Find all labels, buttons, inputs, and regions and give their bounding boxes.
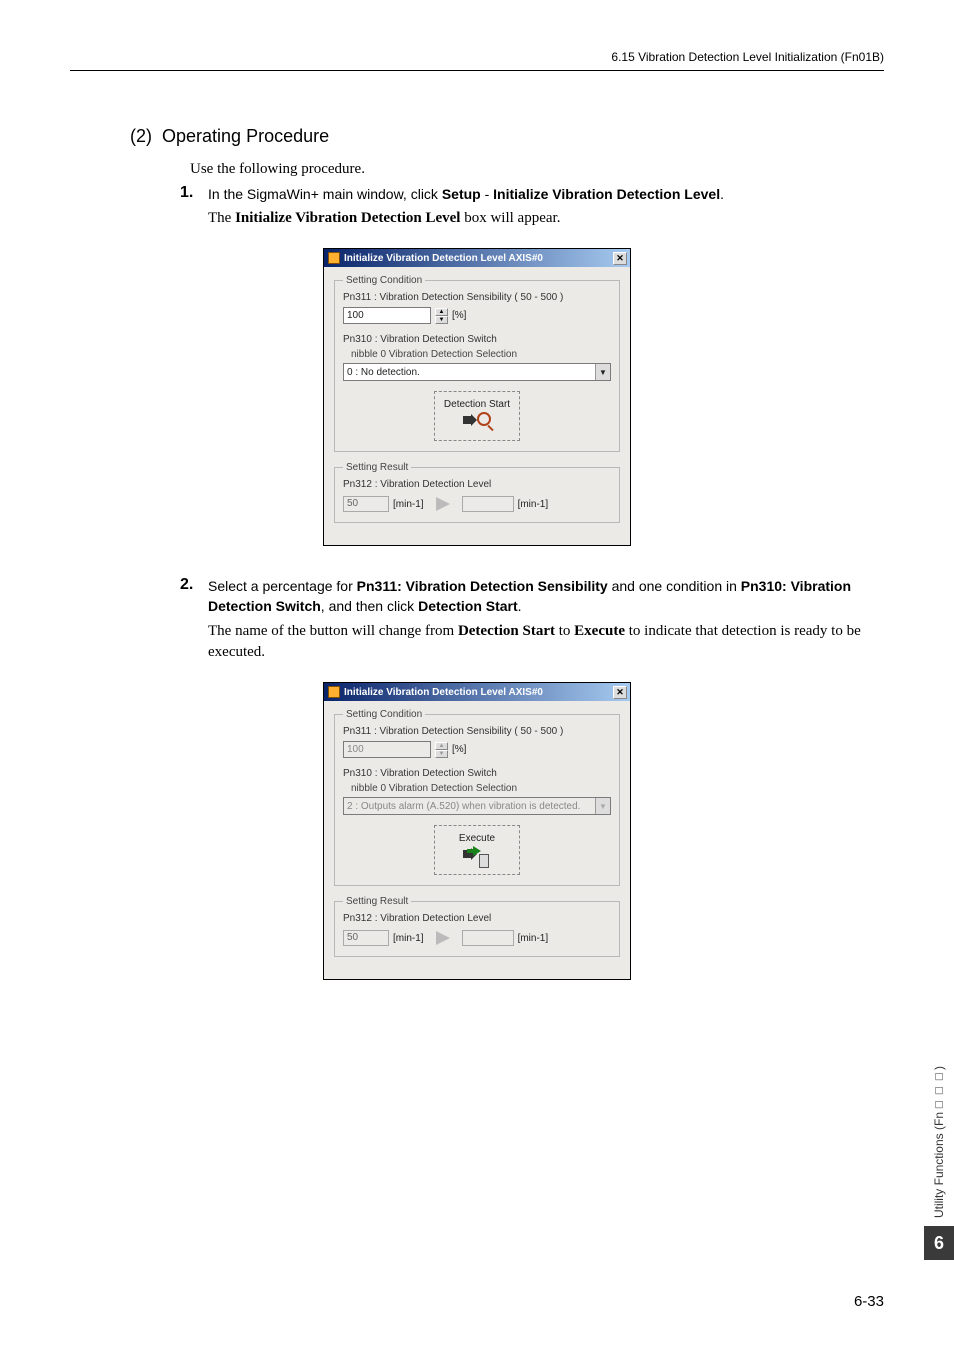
intro-text: Use the following procedure.	[190, 161, 884, 178]
dialog-titlebar: Initialize Vibration Detection Level AXI…	[324, 249, 630, 267]
dialog-detection-start: Initialize Vibration Detection Level AXI…	[323, 248, 631, 546]
section-number: (2)	[130, 126, 152, 146]
chapter-number: 6	[924, 1226, 954, 1260]
chevron-down-icon[interactable]: ▼	[595, 364, 610, 380]
section-title-text: Operating Procedure	[162, 126, 329, 146]
chevron-down-icon: ▼	[595, 798, 610, 814]
app-icon	[328, 252, 340, 264]
close-icon[interactable]: ✕	[613, 252, 627, 265]
page-number: 6-33	[854, 1293, 884, 1310]
setting-result-group: Setting Result Pn312 : Vibration Detecti…	[334, 896, 620, 957]
spin-down-icon: ▼	[435, 750, 448, 758]
group-legend: Setting Result	[343, 462, 411, 473]
spin-up-icon[interactable]: ▲	[435, 308, 448, 316]
detection-start-button[interactable]: Detection Start	[434, 391, 520, 441]
pn310-nibble-label: nibble 0 Vibration Detection Selection	[351, 783, 611, 794]
step-1: 1. In the SigmaWin+ main window, click S…	[180, 184, 864, 230]
combo-value: 0 : No detection.	[347, 367, 420, 378]
step2-line1: Select a percentage for Pn311: Vibration…	[208, 576, 864, 617]
close-icon[interactable]: ✕	[613, 686, 627, 699]
arrow-right-icon	[436, 497, 450, 511]
step2-line2: The name of the button will change from …	[208, 621, 864, 665]
dialog-execute: Initialize Vibration Detection Level AXI…	[323, 682, 631, 980]
execute-icon	[463, 846, 491, 868]
combo-value: 2 : Outputs alarm (A.520) when vibration…	[347, 801, 580, 812]
section-heading: (2) Operating Procedure	[130, 126, 884, 147]
chapter-label: Utility Functions (Fn□□□)	[932, 1066, 946, 1218]
step1-line2: The Initialize Vibration Detection Level…	[208, 208, 864, 230]
pn310-combo[interactable]: 0 : No detection. ▼	[343, 363, 611, 381]
group-legend: Setting Result	[343, 896, 411, 907]
chapter-tab: Utility Functions (Fn□□□) 6	[924, 1066, 954, 1260]
pn310-combo: 2 : Outputs alarm (A.520) when vibration…	[343, 797, 611, 815]
step-2: 2. Select a percentage for Pn311: Vibrat…	[180, 576, 864, 664]
pn312-result-box	[462, 496, 514, 512]
pn311-label: Pn311 : Vibration Detection Sensibility …	[343, 726, 611, 737]
pn310-label: Pn310 : Vibration Detection Switch	[343, 768, 611, 779]
pn312-unit-left: [min-1]	[393, 933, 424, 944]
button-label: Execute	[459, 833, 495, 844]
setting-condition-group: Setting Condition Pn311 : Vibration Dete…	[334, 709, 620, 886]
step-number: 1.	[180, 184, 208, 230]
dialog-title: Initialize Vibration Detection Level AXI…	[344, 687, 543, 698]
pn311-unit: [%]	[452, 744, 466, 755]
setting-result-group: Setting Result Pn312 : Vibration Detecti…	[334, 462, 620, 523]
pn312-label: Pn312 : Vibration Detection Level	[343, 913, 611, 924]
dialog-title: Initialize Vibration Detection Level AXI…	[344, 253, 543, 264]
spin-buttons: ▲▼	[435, 742, 448, 758]
step1-line1: In the SigmaWin+ main window, click Setu…	[208, 184, 864, 204]
setting-condition-group: Setting Condition Pn311 : Vibration Dete…	[334, 275, 620, 452]
step-number: 2.	[180, 576, 208, 664]
arrow-right-icon	[436, 931, 450, 945]
pn312-value: 50	[343, 496, 389, 512]
pn310-nibble-label: nibble 0 Vibration Detection Selection	[351, 349, 611, 360]
pn311-input: 100	[343, 741, 431, 758]
detection-start-icon	[463, 412, 491, 434]
pn312-label: Pn312 : Vibration Detection Level	[343, 479, 611, 490]
pn311-label: Pn311 : Vibration Detection Sensibility …	[343, 292, 611, 303]
app-icon	[328, 686, 340, 698]
pn312-value: 50	[343, 930, 389, 946]
pn312-result-box	[462, 930, 514, 946]
button-label: Detection Start	[444, 399, 510, 410]
pn311-unit: [%]	[452, 310, 466, 321]
pn312-unit-right: [min-1]	[518, 933, 549, 944]
pn312-unit-right: [min-1]	[518, 499, 549, 510]
group-legend: Setting Condition	[343, 275, 425, 286]
group-legend: Setting Condition	[343, 709, 425, 720]
spin-buttons[interactable]: ▲▼	[435, 308, 448, 324]
dialog-titlebar: Initialize Vibration Detection Level AXI…	[324, 683, 630, 701]
pn310-label: Pn310 : Vibration Detection Switch	[343, 334, 611, 345]
pn312-unit-left: [min-1]	[393, 499, 424, 510]
spin-up-icon: ▲	[435, 742, 448, 750]
spin-down-icon[interactable]: ▼	[435, 316, 448, 324]
pn311-input[interactable]: 100	[343, 307, 431, 324]
page-header: 6.15 Vibration Detection Level Initializ…	[70, 50, 884, 71]
execute-button[interactable]: Execute	[434, 825, 520, 875]
